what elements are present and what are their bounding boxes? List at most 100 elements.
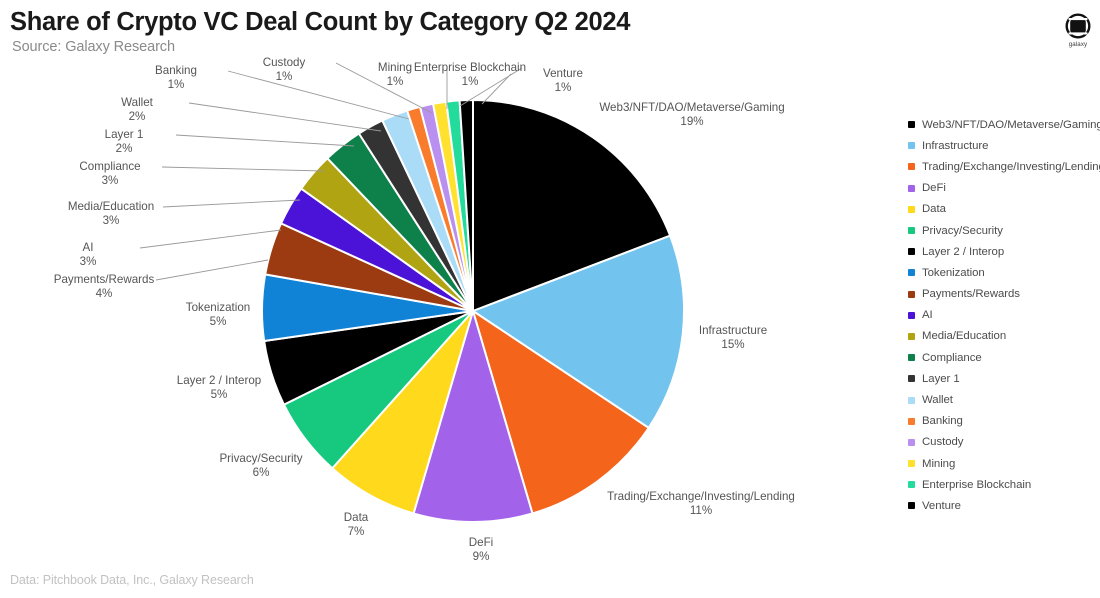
- legend-item[interactable]: Layer 1: [908, 368, 1098, 389]
- legend-item-label: Wallet: [922, 394, 953, 407]
- galaxy-wordmark: galaxy: [1068, 41, 1088, 48]
- legend-item-label: Infrastructure: [922, 139, 989, 152]
- pie-slice: [326, 132, 474, 312]
- legend-item-label: Custody: [922, 436, 964, 449]
- legend-swatch-icon: [908, 184, 915, 192]
- chart-footnote: Data: Pitchbook Data, Inc., Galaxy Resea…: [10, 573, 254, 587]
- legend-item[interactable]: Enterprise Blockchain: [908, 474, 1098, 495]
- legend-swatch-icon: [908, 417, 915, 425]
- pie-slice: [406, 105, 474, 312]
- pie-slice-label: Privacy/Security 6%: [219, 452, 302, 480]
- legend-item[interactable]: Banking: [908, 411, 1098, 432]
- legend-item[interactable]: Trading/Exchange/Investing/Lending: [908, 156, 1100, 177]
- legend-item[interactable]: Mining: [908, 453, 1098, 474]
- legend-item[interactable]: Tokenization: [908, 262, 1098, 283]
- legend-item[interactable]: Custody: [908, 432, 1098, 453]
- legend-item-label: AI: [922, 309, 933, 322]
- pie-slice-label-name: Wallet: [121, 96, 153, 109]
- pie-slice-label: Layer 1 2%: [105, 128, 144, 156]
- pie-slice: [300, 157, 474, 312]
- pie-slice-label-value: 5%: [210, 388, 228, 402]
- pie-slice: [357, 119, 474, 312]
- pie-slice-label-name: Venture: [543, 67, 583, 80]
- pie-slice: [261, 273, 474, 343]
- pie-slice-label: Trading/Exchange/Investing/Lending 11%: [607, 490, 795, 518]
- legend-item[interactable]: Media/Education: [908, 326, 1098, 347]
- legend-swatch-icon: [908, 248, 915, 256]
- pie-slice-label-value: 1%: [167, 78, 185, 92]
- legend-item[interactable]: Venture: [908, 495, 1098, 516]
- legend-swatch-icon: [908, 396, 915, 404]
- legend-item[interactable]: DeFi: [908, 178, 1098, 199]
- legend-item-label: Trading/Exchange/Investing/Lending: [922, 160, 1100, 173]
- pie-slice-label: Wallet 2%: [121, 96, 153, 124]
- pie-slice: [412, 310, 534, 523]
- pie-slice-label: Media/Education 3%: [68, 200, 154, 228]
- pie-slice-label-name: Payments/Rewards: [53, 273, 155, 286]
- pie-slice-label-name: Tokenization: [185, 301, 251, 314]
- legend-item-label: Tokenization: [922, 266, 985, 279]
- pie-slice-label-value: 3%: [102, 214, 120, 228]
- pie-slice-label-value: 4%: [95, 287, 113, 301]
- legend-item-label: Payments/Rewards: [922, 288, 1020, 301]
- legend-swatch-icon: [908, 163, 915, 171]
- pie-slice-label: Layer 2 / Interop 5%: [177, 374, 261, 402]
- pie-slice-label: Payments/Rewards 4%: [54, 273, 155, 301]
- pie-slice: [472, 234, 685, 429]
- legend-item[interactable]: AI: [908, 305, 1098, 326]
- legend-item-label: Media/Education: [922, 330, 1007, 343]
- legend-item-label: Compliance: [922, 351, 982, 364]
- pie-slice-label-value: 6%: [252, 466, 270, 480]
- legend-swatch-icon: [908, 269, 915, 277]
- galaxy-logo: galaxy: [1060, 13, 1096, 57]
- leader-line: [188, 102, 382, 132]
- pie-slice-label-value: 19%: [680, 115, 704, 129]
- legend-swatch-icon: [908, 121, 915, 129]
- pie-slice-label-name: AI: [82, 241, 94, 254]
- pie-slice-label-value: 15%: [721, 338, 745, 352]
- pie-slice-label-name: Banking: [155, 64, 197, 77]
- pie-slice-label-name: Custody: [262, 56, 306, 69]
- leader-line: [175, 134, 355, 147]
- legend-item[interactable]: Data: [908, 199, 1098, 220]
- legend-swatch-icon: [908, 375, 915, 383]
- legend-swatch-icon: [908, 438, 915, 446]
- pie-slice-label-value: 3%: [79, 255, 97, 269]
- legend-item[interactable]: Web3/NFT/DAO/Metaverse/Gaming: [908, 114, 1100, 135]
- pie-slices: [261, 98, 685, 523]
- legend-item[interactable]: Privacy/Security: [908, 220, 1098, 241]
- legend-item-label: DeFi: [922, 182, 946, 195]
- pie-slice-label: Venture 1%: [543, 67, 583, 95]
- pie-leader-lines: [139, 62, 523, 281]
- chart-page: Share of Crypto VC Deal Count by Categor…: [0, 0, 1100, 598]
- pie-slice-label-name: Enterprise Blockchain: [413, 61, 527, 74]
- pie-slice-label-value: 5%: [209, 315, 227, 329]
- pie-slice-label: Banking 1%: [155, 64, 197, 92]
- legend-item[interactable]: Payments/Rewards: [908, 284, 1098, 305]
- pie-slice-label-name: Media/Education: [67, 200, 155, 213]
- legend-item-label: Banking: [922, 415, 963, 428]
- galaxy-logo-icon: [1065, 13, 1091, 39]
- legend-item-label: Layer 2 / Interop: [922, 245, 1005, 258]
- pie-slice: [263, 310, 474, 406]
- pie-slice-label: AI 3%: [80, 241, 97, 269]
- legend-item[interactable]: Compliance: [908, 347, 1098, 368]
- pie-slice-label: Web3/NFT/DAO/Metaverse/Gaming 19%: [599, 101, 784, 129]
- pie-slice-label: Enterprise Blockchain 1%: [414, 61, 526, 89]
- legend-item[interactable]: Layer 2 / Interop: [908, 241, 1098, 262]
- pie-slice: [264, 222, 474, 312]
- legend-swatch-icon: [908, 502, 915, 510]
- legend-item[interactable]: Infrastructure: [908, 135, 1098, 156]
- legend-item[interactable]: Wallet: [908, 389, 1098, 410]
- pie-slice: [381, 109, 474, 312]
- legend-swatch-icon: [908, 311, 915, 319]
- pie-slice-label-name: Infrastructure: [698, 324, 768, 337]
- pie-slice-label-name: Privacy/Security: [219, 452, 303, 465]
- leader-line: [162, 199, 301, 208]
- legend-item-label: Privacy/Security: [922, 224, 1003, 237]
- pie-slice: [458, 98, 474, 312]
- legend-swatch-icon: [908, 142, 915, 150]
- pie-slice-label: Mining 1%: [378, 61, 412, 89]
- pie-slice-label-value: 11%: [689, 504, 713, 518]
- pie-slice-label: Compliance 3%: [79, 160, 140, 188]
